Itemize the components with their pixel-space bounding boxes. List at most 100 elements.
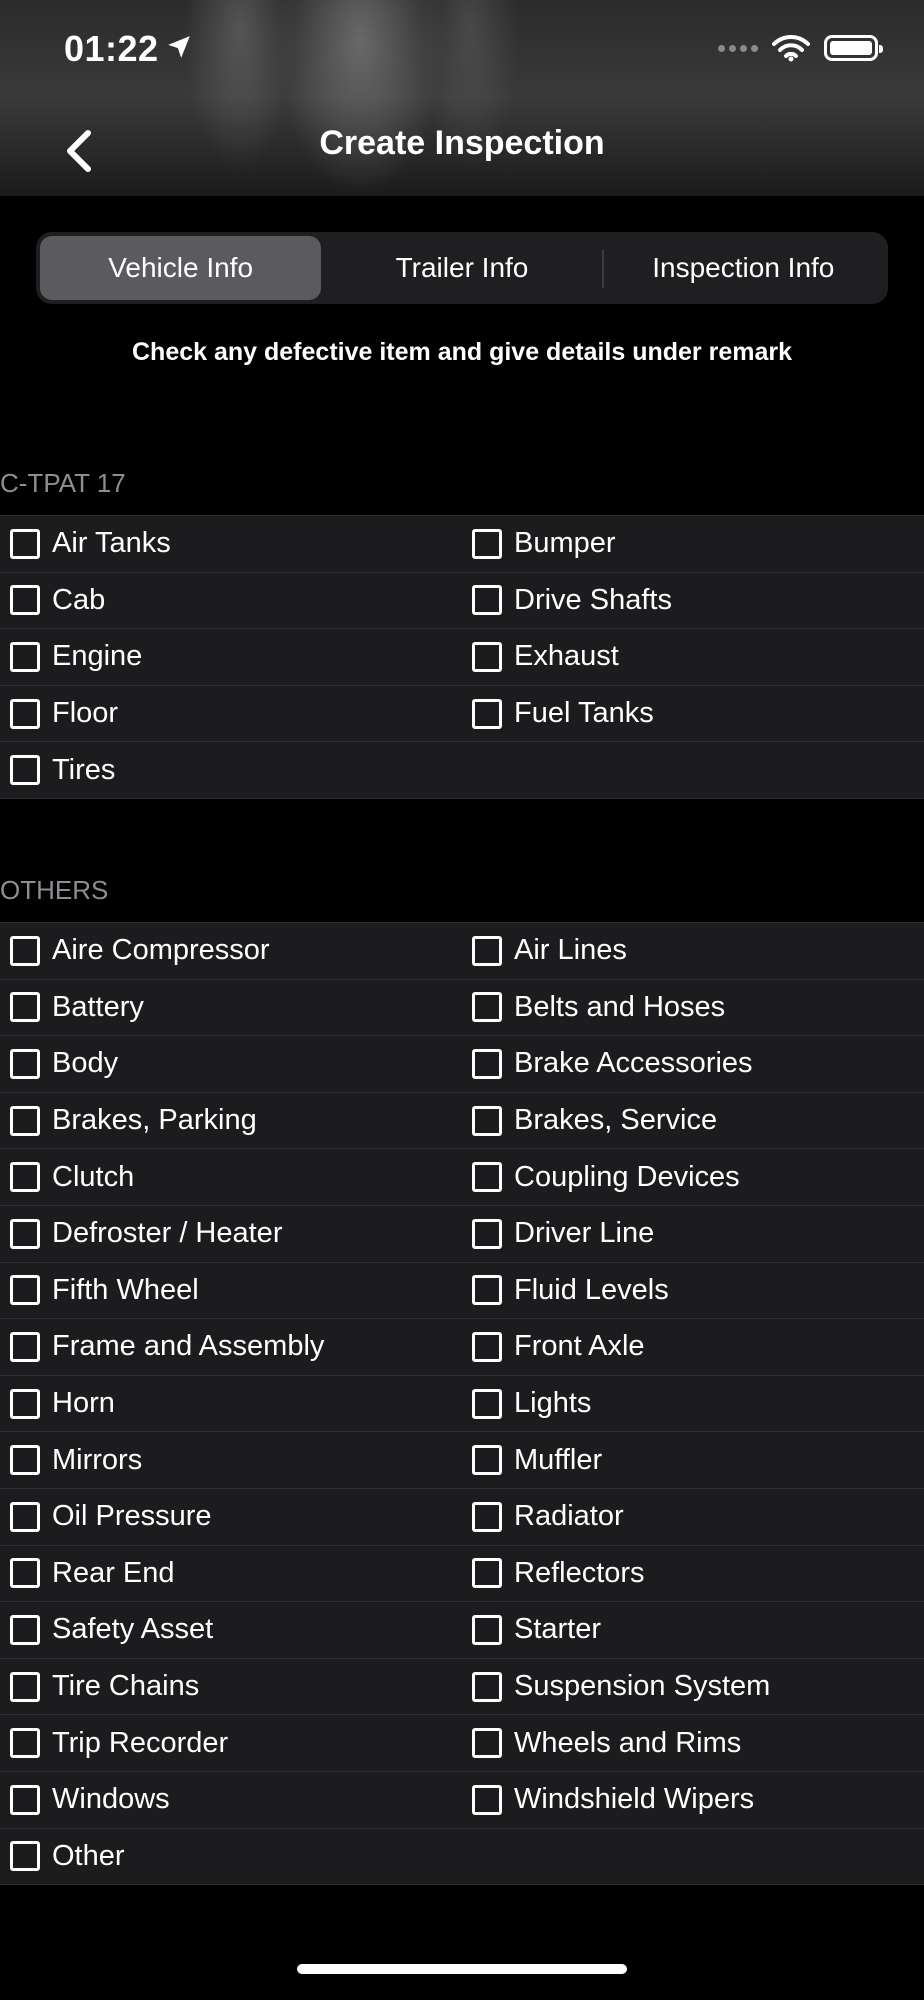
checkbox-unchecked-icon[interactable] (472, 1501, 502, 1532)
checkbox-item-brakes-parking[interactable]: Brakes, Parking (0, 1093, 462, 1149)
checkbox-item-tires[interactable]: Tires (0, 742, 462, 798)
checkbox-label: Windshield Wipers (514, 1783, 755, 1816)
checkbox-item-floor[interactable]: Floor (0, 686, 462, 742)
checkbox-unchecked-icon[interactable] (472, 1784, 502, 1815)
checkbox-item-drive-shafts[interactable]: Drive Shafts (462, 573, 924, 629)
tab-trailer-info[interactable]: Trailer Info (321, 236, 602, 300)
checkbox-item-fuel-tanks[interactable]: Fuel Tanks (462, 686, 924, 742)
navigation-header: 01:22 Create Inspection (0, 0, 924, 196)
checkbox-unchecked-icon[interactable] (472, 1388, 502, 1419)
checkbox-item-coupling-devices[interactable]: Coupling Devices (462, 1149, 924, 1205)
checkbox-item-windows[interactable]: Windows (0, 1772, 462, 1828)
checkbox-unchecked-icon[interactable] (472, 1614, 502, 1645)
checkbox-item-driver-line[interactable]: Driver Line (462, 1206, 924, 1262)
checkbox-item-bumper[interactable]: Bumper (462, 516, 924, 572)
checkbox-label: Drive Shafts (514, 583, 672, 616)
checkbox-item-oil-pressure[interactable]: Oil Pressure (0, 1489, 462, 1545)
checkbox-unchecked-icon[interactable] (472, 585, 502, 616)
checkbox-item-suspension-system[interactable]: Suspension System (462, 1659, 924, 1715)
checkbox-unchecked-icon[interactable] (472, 1048, 502, 1079)
location-arrow-icon (168, 36, 190, 58)
checkbox-item-safety-asset[interactable]: Safety Asset (0, 1602, 462, 1658)
checkbox-item-tire-chains[interactable]: Tire Chains (0, 1659, 462, 1715)
checkbox-unchecked-icon[interactable] (10, 1105, 40, 1136)
checkbox-item-front-axle[interactable]: Front Axle (462, 1319, 924, 1375)
checkbox-unchecked-icon[interactable] (472, 641, 502, 672)
checkbox-item-mirrors[interactable]: Mirrors (0, 1432, 462, 1488)
checkbox-unchecked-icon[interactable] (472, 1445, 502, 1476)
checkbox-item-exhaust[interactable]: Exhaust (462, 629, 924, 685)
checkbox-unchecked-icon[interactable] (10, 1841, 40, 1872)
checkbox-unchecked-icon[interactable] (10, 1162, 40, 1193)
checkbox-unchecked-icon[interactable] (10, 698, 40, 729)
checkbox-unchecked-icon[interactable] (472, 1162, 502, 1193)
checkbox-unchecked-icon[interactable] (472, 1331, 502, 1362)
checkbox-unchecked-icon[interactable] (10, 1501, 40, 1532)
checkbox-item-rear-end[interactable]: Rear End (0, 1546, 462, 1602)
checkbox-unchecked-icon[interactable] (472, 698, 502, 729)
checkbox-unchecked-icon[interactable] (10, 755, 40, 786)
checkbox-unchecked-icon[interactable] (472, 935, 502, 966)
checkbox-unchecked-icon[interactable] (10, 1218, 40, 1249)
checkbox-unchecked-icon[interactable] (472, 528, 502, 559)
checkbox-unchecked-icon[interactable] (10, 1388, 40, 1419)
checkbox-unchecked-icon[interactable] (472, 1558, 502, 1589)
checkbox-item-horn[interactable]: Horn (0, 1376, 462, 1432)
checkbox-unchecked-icon[interactable] (10, 1275, 40, 1306)
checkbox-unchecked-icon[interactable] (472, 1671, 502, 1702)
checkbox-item-frame-and-assembly[interactable]: Frame and Assembly (0, 1319, 462, 1375)
checkbox-item-radiator[interactable]: Radiator (462, 1489, 924, 1545)
checkbox-unchecked-icon[interactable] (472, 1218, 502, 1249)
checklist-row: Air Tanks Bumper (0, 516, 924, 573)
checkbox-item-cab[interactable]: Cab (0, 573, 462, 629)
checkbox-item-defroster-heater[interactable]: Defroster / Heater (0, 1206, 462, 1262)
checkbox-unchecked-icon[interactable] (472, 1105, 502, 1136)
checkbox-item-starter[interactable]: Starter (462, 1602, 924, 1658)
checkbox-item-air-tanks[interactable]: Air Tanks (0, 516, 462, 572)
checkbox-item-body[interactable]: Body (0, 1036, 462, 1092)
checkbox-item-other[interactable]: Other (0, 1829, 462, 1885)
checkbox-unchecked-icon[interactable] (472, 1275, 502, 1306)
checkbox-item-belts-and-hoses[interactable]: Belts and Hoses (462, 980, 924, 1036)
checkbox-item-brake-accessories[interactable]: Brake Accessories (462, 1036, 924, 1092)
checkbox-item-lights[interactable]: Lights (462, 1376, 924, 1432)
checkbox-item-trip-recorder[interactable]: Trip Recorder (0, 1715, 462, 1771)
checkbox-unchecked-icon[interactable] (10, 1048, 40, 1079)
checkbox-label: Exhaust (514, 640, 619, 673)
checkbox-unchecked-icon[interactable] (10, 1671, 40, 1702)
home-indicator (297, 1964, 627, 1974)
checkbox-label: Body (52, 1047, 119, 1080)
checkbox-unchecked-icon[interactable] (10, 641, 40, 672)
checkbox-unchecked-icon[interactable] (472, 992, 502, 1023)
checkbox-item-windshield-wipers[interactable]: Windshield Wipers (462, 1772, 924, 1828)
checklist-row: Horn Lights (0, 1376, 924, 1433)
checkbox-item-aire-compressor[interactable]: Aire Compressor (0, 923, 462, 979)
checkbox-unchecked-icon[interactable] (10, 1728, 40, 1759)
checkbox-unchecked-icon[interactable] (10, 585, 40, 616)
checkbox-item-air-lines[interactable]: Air Lines (462, 923, 924, 979)
tab-inspection-info[interactable]: Inspection Info (603, 236, 884, 300)
checkbox-unchecked-icon[interactable] (472, 1728, 502, 1759)
checkbox-unchecked-icon[interactable] (10, 935, 40, 966)
tab-vehicle-info[interactable]: Vehicle Info (40, 236, 322, 300)
checkbox-unchecked-icon[interactable] (10, 1558, 40, 1589)
checkbox-item-wheels-and-rims[interactable]: Wheels and Rims (462, 1715, 924, 1771)
checkbox-item-clutch[interactable]: Clutch (0, 1149, 462, 1205)
checkbox-item-battery[interactable]: Battery (0, 980, 462, 1036)
checkbox-item-fifth-wheel[interactable]: Fifth Wheel (0, 1263, 462, 1319)
checkbox-item-fluid-levels[interactable]: Fluid Levels (462, 1263, 924, 1319)
checkbox-unchecked-icon[interactable] (10, 1445, 40, 1476)
checkbox-unchecked-icon[interactable] (10, 1614, 40, 1645)
checkbox-unchecked-icon[interactable] (10, 1784, 40, 1815)
checkbox-unchecked-icon[interactable] (10, 992, 40, 1023)
checkbox-item-muffler[interactable]: Muffler (462, 1432, 924, 1488)
checkbox-unchecked-icon[interactable] (10, 1331, 40, 1362)
checkbox-unchecked-icon[interactable] (10, 528, 40, 559)
checkbox-item-reflectors[interactable]: Reflectors (462, 1546, 924, 1602)
checkbox-item-brakes-service[interactable]: Brakes, Service (462, 1093, 924, 1149)
checkbox-label: Brakes, Service (514, 1104, 718, 1137)
checkbox-item-engine[interactable]: Engine (0, 629, 462, 685)
checkbox-label: Fifth Wheel (52, 1273, 199, 1306)
empty-cell (462, 742, 924, 798)
checkbox-label: Lights (514, 1387, 592, 1420)
